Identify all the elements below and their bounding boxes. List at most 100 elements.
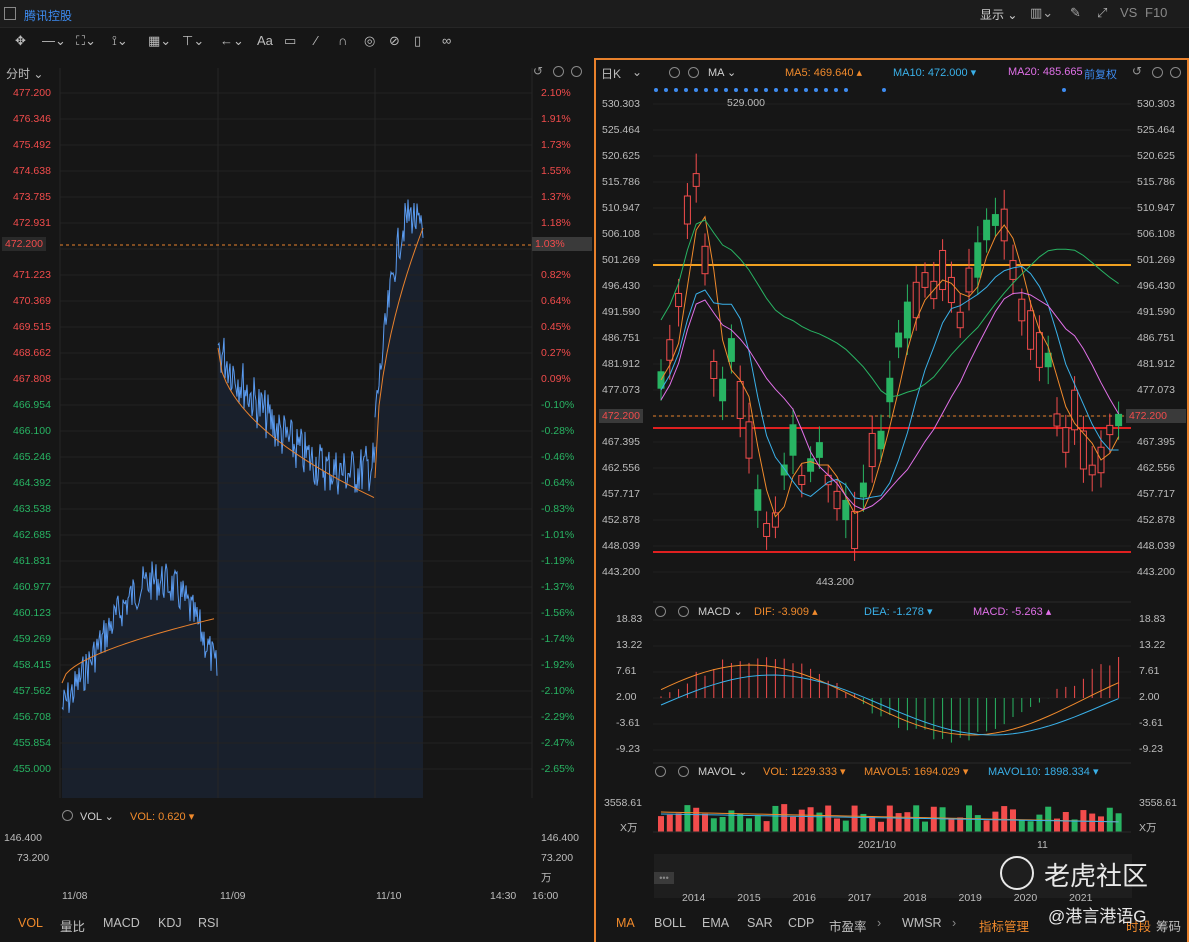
event-dot [882,88,886,92]
tab-scroll-right-icon-2[interactable]: › [952,916,956,930]
fullscreen-icon[interactable]: ⤢ [1097,5,1107,21]
tab-kdj[interactable]: KDJ [158,916,182,930]
event-dot [754,88,758,92]
tab-pe[interactable]: 市盈率 [829,916,867,935]
date-axis-label-2: 11 [1037,839,1048,851]
comment-icon[interactable]: ▭ [284,33,296,49]
candle-body [745,421,753,459]
event-dot [664,88,668,92]
pct-tick: -1.92% [541,659,575,671]
sidebar-toggle-icon[interactable] [4,7,16,20]
tab-scroll-right-icon[interactable]: › [877,916,881,930]
price-tick: 460.977 [13,581,51,593]
pct-tick: -0.83% [541,503,575,515]
price-tick: 459.269 [13,633,51,645]
candle-body [912,281,920,319]
kline-price-tick-right: 462.556 [1137,462,1175,474]
text-tool-icon[interactable]: ⊤⌄ [182,33,204,49]
tab-vol[interactable]: VOL [18,916,43,930]
mavol-bar [869,816,876,832]
tab-indicator-manage[interactable]: 指标管理 [979,916,1029,935]
event-dot [684,88,688,92]
tiger-logo-icon [1000,856,1034,890]
tab-cdp[interactable]: CDP [788,916,814,930]
macd-close-icon[interactable] [678,606,689,617]
price-tick: 465.246 [13,451,51,463]
macd-tick-right: 18.83 [1139,613,1166,625]
tab-wmsr[interactable]: WMSR [902,916,942,930]
tab-boll[interactable]: BOLL [654,916,686,930]
mavol10-value: MAVOL10: 1898.334 ▾ [988,766,1099,778]
kline-price-tick: 452.878 [602,514,640,526]
magnet-icon[interactable]: ∩ [338,33,347,48]
tab-ema[interactable]: EMA [702,916,729,930]
mavol-bar [807,807,814,832]
link-icon[interactable]: ∞ [442,33,451,48]
display-dropdown[interactable]: 显示 ⌄ [980,6,1017,23]
event-dot [824,88,828,92]
navigator-handle[interactable]: ••• [654,872,674,884]
event-dot [654,88,658,92]
mavol-close-icon[interactable] [678,766,689,777]
candle-body [851,510,859,550]
tab-macd[interactable]: MACD [103,916,140,930]
pct-tick: -1.74% [541,633,575,645]
event-dot [794,88,798,92]
dea-value: DEA: -1.278 ▾ [864,606,933,618]
layout-icon[interactable]: ▥⌄ [1030,5,1053,21]
candle-body [754,489,762,511]
price-tick: 458.415 [13,659,51,671]
f10-button[interactable]: F10 [1145,5,1167,20]
mavol-bar [825,805,832,832]
pen-tool-icon[interactable]: ∕ [315,33,317,48]
stock-name[interactable]: 腾讯控股 [24,7,72,24]
kline-price-tick: 443.200 [602,566,640,578]
vs-button[interactable]: VS [1120,5,1137,20]
pct-tick: 0.82% [541,269,571,281]
hide-icon[interactable]: ⊘ [389,33,400,49]
candle-body [939,249,947,291]
year-label: 2016 [792,892,816,904]
mavol-bar [983,820,990,832]
mavol-settings-icon[interactable] [655,766,666,777]
candle-body [1018,298,1026,322]
eye-icon[interactable]: ◎ [364,33,375,49]
dif-value: DIF: -3.909 ▴ [754,606,818,618]
rect-icon[interactable]: ⛶⌄ [76,33,96,49]
path-icon[interactable]: ⟟⌄ [112,33,128,49]
kline-price-tick-right: 457.717 [1137,488,1175,500]
ruler-icon[interactable]: ▦⌄ [148,33,171,49]
tab-ma[interactable]: MA [616,916,635,930]
kline-price-tick: 506.108 [602,228,640,240]
kline-price-tick-right: 510.947 [1137,202,1175,214]
move-icon[interactable]: ✥ [15,33,26,49]
intraday-chart[interactable] [0,58,592,818]
mavol-indicator[interactable]: MAVOL ⌄ [698,765,748,778]
price-tick: 466.100 [13,425,51,437]
tab-sar[interactable]: SAR [747,916,773,930]
kline-current-price-tag-right: 472.200 [1126,409,1186,423]
vol-indicator-name[interactable]: VOL ⌄ [80,810,114,823]
trash-icon[interactable]: ▯ [414,33,421,49]
macd-settings-icon[interactable] [655,606,666,617]
price-tick: 469.515 [13,321,51,333]
line-icon[interactable]: —⌄ [42,33,66,49]
tab-liangbi[interactable]: 量比 [60,916,85,935]
candle-body [886,377,894,403]
kline-price-tick: 525.464 [602,124,640,136]
intraday-panel: 分时 ⌄ ↺ 477.200 476.346 475.492 474.638 473.7… [0,58,592,942]
close-indicator-icon[interactable] [62,810,73,821]
candle-body [798,475,806,485]
candle-body [736,381,744,419]
tab-chips[interactable]: 筹码 [1156,916,1181,935]
mavol-bar [886,805,893,832]
mavol-bar [702,813,708,832]
pen-icon[interactable]: ✎ [1070,5,1081,21]
macd-indicator[interactable]: MACD ⌄ [698,605,743,618]
date-label-1: 11/08 [62,890,88,902]
font-icon[interactable]: Aa [257,33,273,48]
kline-price-tick: 510.947 [602,202,640,214]
arrow-icon[interactable]: ←⌄ [220,33,244,49]
macd-tick: -3.61 [616,717,640,729]
tab-rsi[interactable]: RSI [198,916,219,930]
